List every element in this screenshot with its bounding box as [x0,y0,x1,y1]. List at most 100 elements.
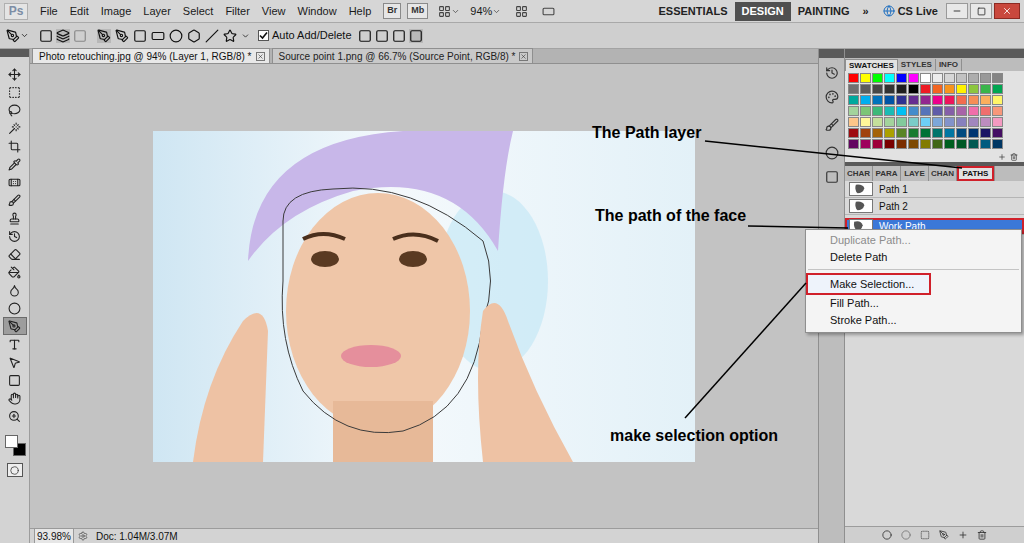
stroke-path-icon[interactable] [901,530,911,540]
tool-button[interactable] [3,299,27,317]
menu-item[interactable]: Window [292,3,343,20]
swatch[interactable] [932,117,943,127]
swatch[interactable] [956,117,967,127]
tool-button[interactable] [3,191,27,209]
document-tab[interactable]: Photo retouching.jpg @ 94% (Layer 1, RGB… [32,48,270,63]
swatch[interactable] [872,73,883,83]
brush-panel-icon[interactable] [825,118,839,132]
freeform-pen-icon[interactable] [115,29,129,43]
workspace-button[interactable]: DESIGN [735,2,791,21]
foreground-color[interactable] [5,435,18,448]
tool-button[interactable] [3,173,27,191]
menu-item[interactable]: Layer [137,3,177,20]
tool-button[interactable] [3,137,27,155]
swatch[interactable] [872,106,883,116]
adjustments-panel-icon[interactable] [825,146,839,160]
swatch[interactable] [980,73,991,83]
swatch[interactable] [944,128,955,138]
color-swatches[interactable] [3,433,27,457]
quick-mask-button[interactable] [7,463,23,477]
swatch[interactable] [956,128,967,138]
swatch[interactable] [896,117,907,127]
swatch[interactable] [968,73,979,83]
panel-tab[interactable]: STYLES [898,59,936,71]
swatch[interactable] [908,139,919,149]
tool-button[interactable] [3,101,27,119]
swatch[interactable] [944,106,955,116]
swatch[interactable] [920,128,931,138]
shape-option-icon[interactable] [223,29,237,43]
panel-tab[interactable]: PARA [873,166,901,181]
swatch[interactable] [860,139,871,149]
tool-button[interactable] [3,119,27,137]
swatch[interactable] [872,139,883,149]
swatch[interactable] [872,84,883,94]
menu-item[interactable]: Make Selection... [806,273,931,295]
menu-item[interactable]: Delete Path [806,249,1021,266]
dropdown-icon[interactable] [241,29,250,43]
swatch[interactable] [908,73,919,83]
swatch[interactable] [848,117,859,127]
swatch[interactable] [932,106,943,116]
panel-tab[interactable]: CHAR [845,166,873,181]
swatch[interactable] [848,84,859,94]
fill-pixels-icon[interactable] [73,29,87,43]
history-panel-icon[interactable] [825,66,839,80]
swatch[interactable] [980,95,991,105]
swatch[interactable] [944,139,955,149]
tool-button[interactable] [3,281,27,299]
tool-button[interactable] [3,245,27,263]
swatch[interactable] [968,106,979,116]
swatch[interactable] [848,73,859,83]
swatch[interactable] [980,117,991,127]
panel-tab[interactable]: CHAN [929,166,957,181]
fill-path-icon[interactable] [882,530,892,540]
swatch[interactable] [932,128,943,138]
workspace-button[interactable]: ESSENTIALS [652,2,735,21]
swatch[interactable] [956,73,967,83]
dropdown-icon[interactable] [451,7,460,16]
tool-button[interactable] [3,227,27,245]
swatch[interactable] [932,84,943,94]
tool-button[interactable] [3,353,27,371]
swatch[interactable] [956,106,967,116]
checkbox[interactable] [258,30,269,41]
tool-button[interactable] [3,407,27,425]
shape-option-icon[interactable] [169,29,183,43]
tool-button[interactable] [3,209,27,227]
swatch[interactable] [908,128,919,138]
menu-item[interactable]: File [34,3,64,20]
swatch[interactable] [920,95,931,105]
color-panel-icon[interactable] [825,90,839,104]
menu-item[interactable]: View [256,3,292,20]
swatch[interactable] [980,139,991,149]
intersect-icon[interactable] [392,29,406,43]
exclude-icon[interactable] [409,29,423,43]
minimize-button[interactable] [946,3,968,19]
swatch[interactable] [920,73,931,83]
swatch[interactable] [872,117,883,127]
swatch[interactable] [920,106,931,116]
delete-swatch-icon[interactable] [1010,153,1018,161]
swatch[interactable] [860,128,871,138]
subtract-icon[interactable] [375,29,389,43]
panel-tab[interactable]: PATHS [957,166,995,181]
tool-button[interactable] [3,335,27,353]
tool-button[interactable] [3,155,27,173]
mini-bridge-button[interactable]: Mb [407,3,428,19]
swatch[interactable] [860,95,871,105]
new-path-icon[interactable] [958,530,968,540]
swatch[interactable] [896,106,907,116]
swatch[interactable] [992,106,1003,116]
swatch[interactable] [884,106,895,116]
tool-button[interactable] [3,389,27,407]
swatch[interactable] [932,95,943,105]
shape-option-icon[interactable] [205,29,219,43]
panel-tab[interactable]: INFO [936,59,962,71]
swatch[interactable] [944,84,955,94]
swatch[interactable] [968,84,979,94]
workspace-button[interactable]: PAINTING [791,2,857,21]
swatch[interactable] [896,73,907,83]
zoom-level[interactable]: 94% [470,3,492,20]
swatch[interactable] [992,139,1003,149]
